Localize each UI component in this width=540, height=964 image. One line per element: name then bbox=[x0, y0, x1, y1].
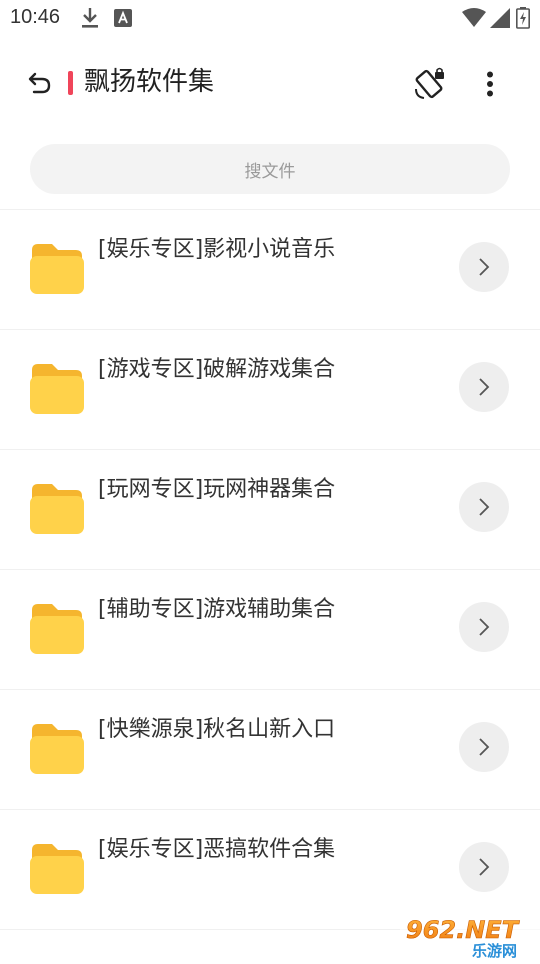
status-bar: 10:46 bbox=[0, 0, 540, 36]
battery-icon bbox=[516, 7, 530, 33]
more-options-button[interactable] bbox=[472, 64, 508, 104]
search-placeholder: 搜文件 bbox=[244, 161, 296, 182]
site-watermark-logo: 962.NET 乐游网 bbox=[400, 910, 540, 960]
folder-label: [辅助专区]游戏辅助集合 bbox=[98, 597, 336, 622]
folder-row-1[interactable]: [娱乐专区]影视小说音乐 bbox=[0, 210, 540, 329]
title-accent-bar bbox=[68, 71, 73, 95]
chevron-right-icon bbox=[479, 378, 490, 396]
search-input[interactable]: 搜文件 bbox=[30, 144, 510, 194]
chevron-right-icon bbox=[479, 258, 490, 276]
open-folder-button[interactable] bbox=[459, 242, 509, 292]
chevron-right-icon bbox=[479, 618, 490, 636]
folder-label: [玩网专区]玩网神器集合 bbox=[98, 477, 336, 502]
app-notification-icon bbox=[114, 9, 132, 31]
open-folder-button[interactable] bbox=[459, 722, 509, 772]
signal-icon bbox=[490, 8, 510, 32]
open-folder-button[interactable] bbox=[459, 602, 509, 652]
status-time: 10:46 bbox=[10, 6, 61, 28]
folder-icon bbox=[30, 244, 84, 294]
folder-label: [娱乐专区]恶搞软件合集 bbox=[98, 837, 336, 862]
folder-label: [娱乐专区]影视小说音乐 bbox=[98, 237, 336, 262]
undo-back-icon bbox=[28, 72, 51, 94]
screen-rotation-lock-icon bbox=[415, 67, 444, 99]
rotate-lock-button[interactable] bbox=[410, 64, 450, 104]
watermark-line2: 乐游网 bbox=[472, 942, 517, 960]
page-title: 飘扬软件集 bbox=[84, 67, 215, 97]
watermark-line1: 962.NET bbox=[406, 916, 520, 944]
more-vertical-icon bbox=[487, 71, 493, 97]
folder-row-4[interactable]: [辅助专区]游戏辅助集合 bbox=[0, 570, 540, 689]
folder-row-3[interactable]: [玩网专区]玩网神器集合 bbox=[0, 450, 540, 569]
folder-row-5[interactable]: [快樂源泉]秋名山新入口 bbox=[0, 690, 540, 809]
open-folder-button[interactable] bbox=[459, 362, 509, 412]
chevron-right-icon bbox=[479, 498, 490, 516]
download-icon bbox=[80, 6, 100, 34]
folder-icon bbox=[30, 484, 84, 534]
chevron-right-icon bbox=[479, 738, 490, 756]
folder-icon bbox=[30, 844, 84, 894]
app-bar: 飘扬软件集 bbox=[0, 44, 540, 120]
open-folder-button[interactable] bbox=[459, 482, 509, 532]
chevron-right-icon bbox=[479, 858, 490, 876]
open-folder-button[interactable] bbox=[459, 842, 509, 892]
folder-icon bbox=[30, 604, 84, 654]
wifi-icon bbox=[462, 8, 486, 32]
folder-label: [游戏专区]破解游戏集合 bbox=[98, 357, 336, 382]
back-button[interactable] bbox=[22, 64, 58, 100]
folder-list: [娱乐专区]影视小说音乐 [游戏专区]破解游戏集合 [玩网专区]玩网神器集合 [… bbox=[0, 209, 540, 930]
folder-icon bbox=[30, 724, 84, 774]
folder-row-2[interactable]: [游戏专区]破解游戏集合 bbox=[0, 330, 540, 449]
folder-label: [快樂源泉]秋名山新入口 bbox=[98, 717, 336, 742]
folder-icon bbox=[30, 364, 84, 414]
